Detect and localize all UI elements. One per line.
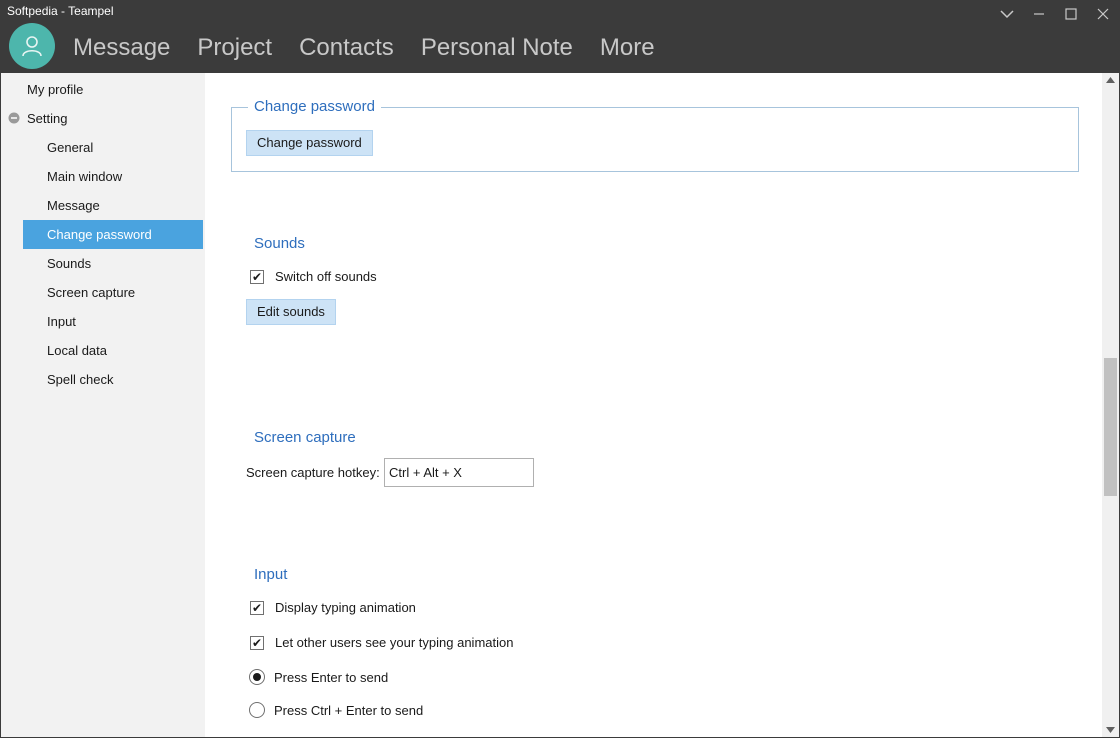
enter-to-send-label: Press Enter to send bbox=[274, 669, 389, 685]
minimize-button[interactable] bbox=[1023, 1, 1055, 27]
title-bar: Softpedia - Teampel Message Project Cont… bbox=[1, 1, 1119, 73]
switch-off-sounds-checkbox[interactable]: ✔ bbox=[250, 269, 264, 284]
settings-sidebar: My profile Setting General Main window M… bbox=[1, 73, 205, 737]
ctrl-enter-to-send-radio[interactable] bbox=[249, 702, 265, 718]
screen-capture-title: Screen capture bbox=[254, 429, 356, 446]
display-typing-row[interactable]: ✔ Display typing animation bbox=[250, 600, 416, 615]
sidebar-item-spell-check[interactable]: Spell check bbox=[23, 365, 203, 394]
change-password-group: Change password Change password bbox=[231, 98, 1079, 172]
others-see-typing-checkbox[interactable]: ✔ bbox=[250, 635, 264, 650]
vertical-scrollbar[interactable] bbox=[1102, 73, 1119, 737]
scroll-up-icon[interactable] bbox=[1102, 73, 1119, 87]
hotkey-input[interactable] bbox=[384, 458, 534, 487]
scroll-thumb[interactable] bbox=[1104, 358, 1117, 496]
sidebar-item-change-password[interactable]: Change password bbox=[23, 220, 203, 249]
window-controls bbox=[991, 1, 1119, 27]
nav-item-contacts[interactable]: Contacts bbox=[299, 33, 394, 63]
nav-item-project[interactable]: Project bbox=[197, 33, 272, 63]
sidebar-item-sounds[interactable]: Sounds bbox=[23, 249, 203, 278]
change-password-title: Change password bbox=[248, 98, 381, 115]
switch-off-sounds-row[interactable]: ✔ Switch off sounds bbox=[250, 269, 377, 284]
enter-to-send-row[interactable]: Press Enter to send bbox=[249, 669, 388, 685]
app-window: Softpedia - Teampel Message Project Cont… bbox=[0, 0, 1120, 738]
display-typing-checkbox[interactable]: ✔ bbox=[250, 600, 264, 615]
nav-item-message[interactable]: Message bbox=[73, 33, 170, 63]
sounds-title: Sounds bbox=[254, 235, 305, 252]
edit-sounds-button[interactable]: Edit sounds bbox=[246, 299, 336, 325]
sidebar-item-input[interactable]: Input bbox=[23, 307, 203, 336]
sidebar-item-general[interactable]: General bbox=[23, 133, 203, 162]
display-typing-label: Display typing animation bbox=[275, 600, 416, 615]
others-see-typing-label: Let other users see your typing animatio… bbox=[275, 635, 514, 650]
change-password-button[interactable]: Change password bbox=[246, 130, 373, 156]
main-nav: Message Project Contacts Personal Note M… bbox=[73, 33, 682, 63]
nav-item-personal-note[interactable]: Personal Note bbox=[421, 33, 573, 63]
sidebar-item-local-data[interactable]: Local data bbox=[23, 336, 203, 365]
hotkey-label: Screen capture hotkey: bbox=[246, 465, 380, 480]
sidebar-item-main-window[interactable]: Main window bbox=[23, 162, 203, 191]
enter-to-send-radio[interactable] bbox=[249, 669, 265, 685]
chevron-down-icon[interactable] bbox=[991, 1, 1023, 27]
input-title: Input bbox=[254, 566, 288, 583]
ctrl-enter-to-send-label: Press Ctrl + Enter to send bbox=[274, 702, 424, 718]
user-icon bbox=[22, 36, 42, 57]
sidebar-item-setting[interactable]: Setting bbox=[27, 104, 67, 133]
switch-off-sounds-label: Switch off sounds bbox=[275, 269, 377, 284]
close-button[interactable] bbox=[1087, 1, 1119, 27]
sidebar-item-my-profile[interactable]: My profile bbox=[27, 75, 83, 104]
settings-content: Change password Change password Sounds ✔… bbox=[205, 73, 1103, 737]
avatar[interactable] bbox=[9, 23, 55, 69]
window-title: Softpedia - Teampel bbox=[7, 4, 114, 18]
others-see-typing-row[interactable]: ✔ Let other users see your typing animat… bbox=[250, 635, 513, 650]
sidebar-item-message[interactable]: Message bbox=[23, 191, 203, 220]
maximize-button[interactable] bbox=[1055, 1, 1087, 27]
collapse-icon[interactable] bbox=[8, 111, 20, 124]
scroll-down-icon[interactable] bbox=[1102, 723, 1119, 737]
sidebar-item-screen-capture[interactable]: Screen capture bbox=[23, 278, 203, 307]
nav-item-more[interactable]: More bbox=[600, 33, 655, 63]
ctrl-enter-to-send-row[interactable]: Press Ctrl + Enter to send bbox=[249, 702, 423, 718]
